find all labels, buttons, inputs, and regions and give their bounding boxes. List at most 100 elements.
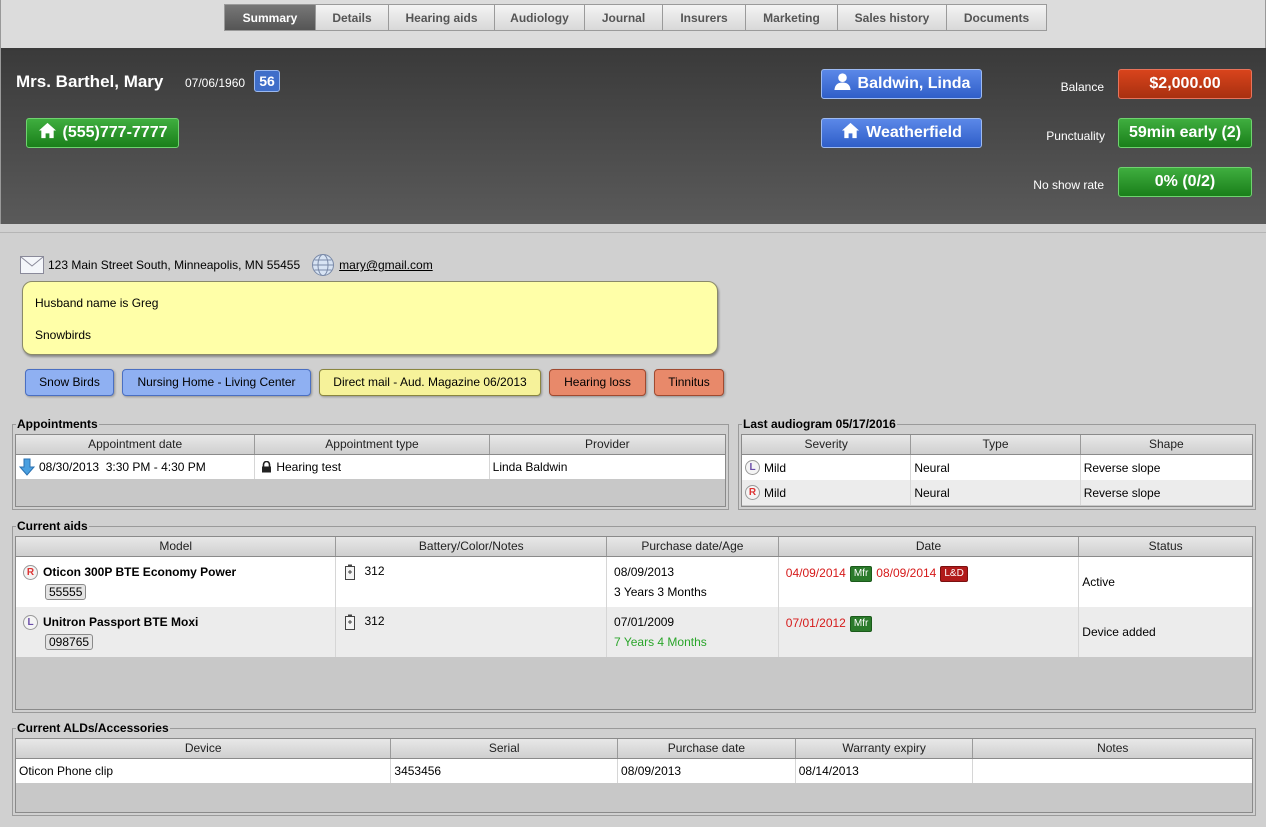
appointment-provider-cell: Linda Baldwin — [490, 455, 725, 479]
device-value: Oticon Phone clip — [19, 764, 114, 778]
email-link[interactable]: mary@gmail.com — [339, 258, 433, 272]
ld-badge: L&D — [940, 566, 968, 582]
tag-hearing-loss[interactable]: Hearing loss — [549, 369, 646, 396]
type-value: Neural — [914, 485, 950, 500]
shape-cell: Reverse slope — [1081, 455, 1252, 480]
shape-cell: Reverse slope — [1081, 480, 1252, 505]
tab-journal[interactable]: Journal — [585, 4, 663, 31]
patient-header: Mrs. Barthel, Mary 07/06/1960 56 (555)77… — [0, 48, 1266, 224]
column-header[interactable]: Model — [16, 537, 337, 556]
column-header[interactable]: Notes — [973, 739, 1252, 758]
column-header[interactable]: Battery/Color/Notes — [336, 537, 608, 556]
battery-cell: 312 — [336, 557, 608, 607]
tab-documents[interactable]: Documents — [947, 4, 1047, 31]
column-header[interactable]: Warranty expiry — [796, 739, 974, 758]
mfr-badge: Mfr — [849, 616, 873, 632]
severity-value: Mild — [764, 485, 787, 500]
lock-icon — [261, 460, 272, 473]
battery-icon — [345, 564, 356, 580]
mfr-date: 07/01/2012 — [785, 616, 846, 630]
purchase-cell: 07/01/2009 7 Years 4 Months — [607, 607, 779, 657]
provider-button[interactable]: Baldwin, Linda — [821, 69, 982, 99]
mfr-date: 04/09/2014 — [785, 566, 846, 580]
current-aids-table: Model Battery/Color/Notes Purchase date/… — [15, 536, 1253, 710]
warranty-value: 08/14/2013 — [798, 764, 859, 778]
table-row[interactable]: 08/30/2013 3:30 PM - 4:30 PM Hearing tes… — [16, 455, 725, 479]
appointment-date-cell: 08/30/2013 3:30 PM - 4:30 PM — [16, 455, 256, 479]
home-icon — [38, 121, 57, 145]
noshow-value: 0% (0/2) — [1154, 173, 1216, 190]
type-value: Neural — [914, 460, 950, 475]
column-header[interactable]: Status — [1079, 537, 1252, 556]
purchase-age: 3 Years 3 Months — [614, 585, 707, 599]
column-header[interactable]: Purchase date — [618, 739, 796, 758]
model-line: R Oticon 300P BTE Economy Power — [23, 564, 236, 580]
purchase-date-cell: 08/09/2013 — [618, 759, 796, 783]
date-cell: 04/09/2014 Mfr 08/09/2014 L&D — [779, 557, 1080, 607]
tab-audiology[interactable]: Audiology — [495, 4, 585, 31]
balance-button[interactable]: $2,000.00 — [1118, 69, 1252, 99]
table-row[interactable]: R Oticon 300P BTE Economy Power 55555 31… — [16, 557, 1252, 607]
tag-snow-birds[interactable]: Snow Birds — [25, 369, 114, 396]
right-ear-icon: R — [745, 485, 760, 500]
punctuality-button[interactable]: 59min early (2) — [1118, 118, 1252, 148]
noshow-button[interactable]: 0% (0/2) — [1118, 167, 1252, 197]
column-header[interactable]: Appointment date — [16, 435, 256, 454]
table-row[interactable]: L Unitron Passport BTE Moxi 098765 312 0… — [16, 607, 1252, 657]
summary-panel: 123 Main Street South, Minneapolis, MN 5… — [0, 232, 1266, 827]
column-header[interactable]: Device — [16, 739, 392, 758]
purchase-date: 08/09/2013 — [614, 565, 675, 579]
provider-label: Baldwin, Linda — [857, 75, 971, 92]
tag-tinnitus[interactable]: Tinnitus — [654, 369, 724, 396]
table-row[interactable]: Oticon Phone clip 3453456 08/09/2013 08/… — [16, 759, 1252, 783]
purchase-age: 7 Years 4 Months — [614, 635, 707, 649]
column-header[interactable]: Serial — [391, 739, 619, 758]
tag-nursing-home[interactable]: Nursing Home - Living Center — [122, 369, 311, 396]
alds-title: Current ALDs/Accessories — [16, 721, 170, 735]
table-row[interactable]: L Mild Neural Reverse slope — [742, 455, 1252, 480]
address-text: 123 Main Street South, Minneapolis, MN 5… — [48, 258, 301, 272]
audiogram-group: Last audiogram 05/17/2016 Severity Type … — [738, 417, 1256, 510]
purchase-date: 07/01/2009 — [614, 615, 675, 629]
tab-details[interactable]: Details — [316, 4, 389, 31]
column-header[interactable]: Appointment type — [255, 435, 490, 454]
appointments-table: Appointment date Appointment type Provid… — [15, 434, 726, 507]
table-header: Model Battery/Color/Notes Purchase date/… — [16, 537, 1252, 557]
type-cell: Neural — [911, 480, 1081, 505]
serial-value: 3453456 — [394, 764, 442, 778]
tab-hearing-aids[interactable]: Hearing aids — [389, 4, 495, 31]
column-header[interactable]: Purchase date/Age — [607, 537, 779, 556]
notes-box[interactable]: Husband name is Greg Snowbirds — [22, 281, 718, 355]
arrow-down-icon — [18, 458, 36, 476]
note-line: Snowbirds — [35, 328, 92, 342]
current-aids-title: Current aids — [16, 519, 89, 533]
tab-summary[interactable]: Summary — [224, 4, 316, 31]
right-ear-icon: R — [23, 564, 38, 580]
status-cell: Active — [1079, 557, 1252, 607]
location-button[interactable]: Weatherfield — [821, 118, 982, 148]
tab-sales-history[interactable]: Sales history — [838, 4, 947, 31]
column-header[interactable]: Provider — [490, 435, 725, 454]
tab-insurers[interactable]: Insurers — [663, 4, 746, 31]
model-cell: R Oticon 300P BTE Economy Power 55555 — [16, 557, 337, 607]
column-header[interactable]: Type — [911, 435, 1081, 454]
column-header[interactable]: Severity — [742, 435, 912, 454]
battery-value: 312 — [364, 614, 385, 628]
noshow-label: No show rate — [1033, 178, 1104, 192]
audiogram-title: Last audiogram 05/17/2016 — [742, 417, 897, 431]
person-icon — [833, 72, 852, 96]
tag-direct-mail[interactable]: Direct mail - Aud. Magazine 06/2013 — [319, 369, 541, 396]
status-cell: Device added — [1079, 607, 1252, 657]
tabs: Summary Details Hearing aids Audiology J… — [224, 4, 1047, 31]
column-header[interactable]: Date — [779, 537, 1080, 556]
table-row[interactable]: R Mild Neural Reverse slope — [742, 480, 1252, 505]
column-header[interactable]: Shape — [1081, 435, 1252, 454]
home-icon — [841, 121, 860, 145]
balance-label: Balance — [1060, 80, 1104, 94]
severity-cell: L Mild — [742, 455, 912, 480]
type-cell: Neural — [911, 455, 1081, 480]
model-line: L Unitron Passport BTE Moxi — [23, 614, 198, 630]
tab-marketing[interactable]: Marketing — [746, 4, 838, 31]
appointments-group: Appointments Appointment date Appointmen… — [12, 417, 729, 510]
phone-button[interactable]: (555)777-7777 — [26, 118, 179, 148]
